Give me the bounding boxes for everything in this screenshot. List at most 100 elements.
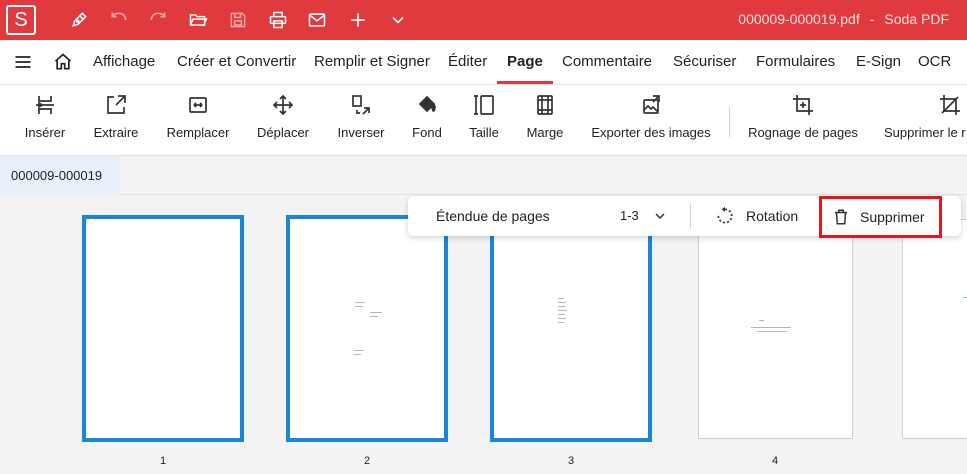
page-selection-toolbar: Étendue de pages 1-3 Rotation Supprimer <box>408 196 961 238</box>
page-size-icon <box>472 93 496 117</box>
page-range-value[interactable]: 1-3 <box>620 196 639 236</box>
export-images-label: Exporter des images <box>591 125 711 140</box>
text-line <box>370 316 378 317</box>
crop-pages-button[interactable]: Rognage de pages <box>748 85 858 157</box>
page-thumbnail-5-partial[interactable] <box>902 219 967 439</box>
text-line <box>355 302 365 303</box>
menu-bar: Affichage Créer et Convertir Remplir et … <box>0 40 967 84</box>
text-line <box>751 327 791 328</box>
page-range-label: Étendue de pages <box>436 208 550 224</box>
page-thumbnail-4[interactable] <box>698 219 853 439</box>
pen-icon[interactable] <box>67 8 91 32</box>
app-logo[interactable]: S <box>6 5 36 35</box>
export-image-icon <box>639 93 663 117</box>
page-thumbnail-1[interactable] <box>82 215 244 442</box>
paint-bucket-icon <box>415 93 439 117</box>
background-label: Fond <box>412 125 442 140</box>
rotate-button[interactable]: Rotation <box>746 196 798 236</box>
remove-crop-label: Supprimer le r <box>884 125 966 140</box>
page-number-4: 4 <box>771 455 779 467</box>
menu-creer-et-convertir[interactable]: Créer et Convertir <box>177 40 296 84</box>
size-label: Taille <box>469 125 499 140</box>
replace-pages-button[interactable]: Remplacer <box>163 85 233 157</box>
text-line <box>759 320 764 321</box>
rotate-icon[interactable] <box>715 206 735 226</box>
home-icon[interactable] <box>51 50 75 74</box>
reverse-pages-button[interactable]: Inverser <box>333 85 389 157</box>
margin-icon <box>533 93 557 117</box>
menu-ocr[interactable]: OCR <box>918 40 951 84</box>
reverse-pages-icon <box>349 93 373 117</box>
replace-page-icon <box>186 93 210 117</box>
document-tab[interactable]: 000009-000019 <box>0 157 120 195</box>
ribbon-toolbar: Insérer Extraire Remplacer Déplacer Inve… <box>0 84 967 156</box>
menu-e-sign[interactable]: E-Sign <box>856 40 901 84</box>
menu-commentaire[interactable]: Commentaire <box>562 40 652 84</box>
page-thumbnail-3[interactable] <box>490 215 652 442</box>
text-line <box>558 310 567 311</box>
menu-formulaires[interactable]: Formulaires <box>756 40 835 84</box>
reverse-label: Inverser <box>337 125 385 140</box>
open-folder-icon[interactable] <box>186 8 210 32</box>
export-images-button[interactable]: Exporter des images <box>589 85 713 157</box>
extract-pages-button[interactable]: Extraire <box>89 85 143 157</box>
delete-pages-button[interactable]: Supprimer <box>819 196 942 238</box>
mail-icon[interactable] <box>305 8 329 32</box>
replace-label: Remplacer <box>166 125 230 140</box>
print-icon[interactable] <box>266 8 290 32</box>
page-number-1: 1 <box>159 455 167 467</box>
menu-affichage[interactable]: Affichage <box>93 40 155 84</box>
page-thumbnail-2[interactable] <box>286 215 448 442</box>
window-title: 000009-000019.pdf - Soda PDF <box>738 11 949 27</box>
text-line <box>558 298 564 299</box>
text-line <box>558 318 566 319</box>
move-label: Déplacer <box>256 125 310 140</box>
text-line <box>558 302 566 303</box>
logo-letter: S <box>14 8 28 31</box>
text-line <box>558 322 564 323</box>
document-filename: 000009-000019.pdf <box>738 11 860 27</box>
text-line <box>757 331 787 332</box>
text-line <box>355 306 363 307</box>
trash-icon <box>832 208 850 226</box>
app-name: Soda PDF <box>884 11 949 27</box>
extract-page-icon <box>104 93 128 117</box>
background-button[interactable]: Fond <box>409 85 445 157</box>
save-icon[interactable] <box>226 8 250 32</box>
text-line <box>354 354 361 355</box>
text-line <box>354 350 364 351</box>
text-line <box>963 297 967 298</box>
page-number-2: 2 <box>363 455 371 467</box>
chevron-down-icon[interactable] <box>386 8 410 32</box>
margin-label: Marge <box>526 125 564 140</box>
plus-icon[interactable] <box>346 8 370 32</box>
move-pages-button[interactable]: Déplacer <box>253 85 313 157</box>
text-line <box>558 314 565 315</box>
toolbar-divider <box>690 203 691 229</box>
move-arrows-icon <box>271 93 295 117</box>
extract-label: Extraire <box>93 125 139 140</box>
title-bar: S 000009-000019.pdf - Soda PDF <box>0 0 967 40</box>
chevron-down-icon[interactable] <box>652 208 668 224</box>
crop-icon <box>791 93 815 117</box>
size-button[interactable]: Taille <box>466 85 502 157</box>
insert-label: Insérer <box>24 125 66 140</box>
menu-remplir-et-signer[interactable]: Remplir et Signer <box>314 40 430 84</box>
text-line <box>370 312 382 313</box>
undo-icon[interactable] <box>107 8 131 32</box>
menu-securiser[interactable]: Sécuriser <box>673 40 736 84</box>
margin-button[interactable]: Marge <box>524 85 566 157</box>
insert-page-icon <box>33 93 57 117</box>
hamburger-menu-icon[interactable] <box>11 50 35 74</box>
menu-page[interactable]: Page <box>497 40 553 84</box>
remove-crop-button[interactable]: Supprimer le r <box>882 85 967 157</box>
text-line <box>558 306 565 307</box>
page-number-3: 3 <box>567 455 575 467</box>
crop-pages-label: Rognage de pages <box>748 125 858 140</box>
menu-editer[interactable]: Éditer <box>448 40 487 84</box>
insert-pages-button[interactable]: Insérer <box>20 85 70 157</box>
redo-icon[interactable] <box>146 8 170 32</box>
remove-crop-icon <box>938 93 962 117</box>
document-tab-strip: 000009-000019 <box>0 157 967 195</box>
ribbon-divider <box>729 107 730 137</box>
